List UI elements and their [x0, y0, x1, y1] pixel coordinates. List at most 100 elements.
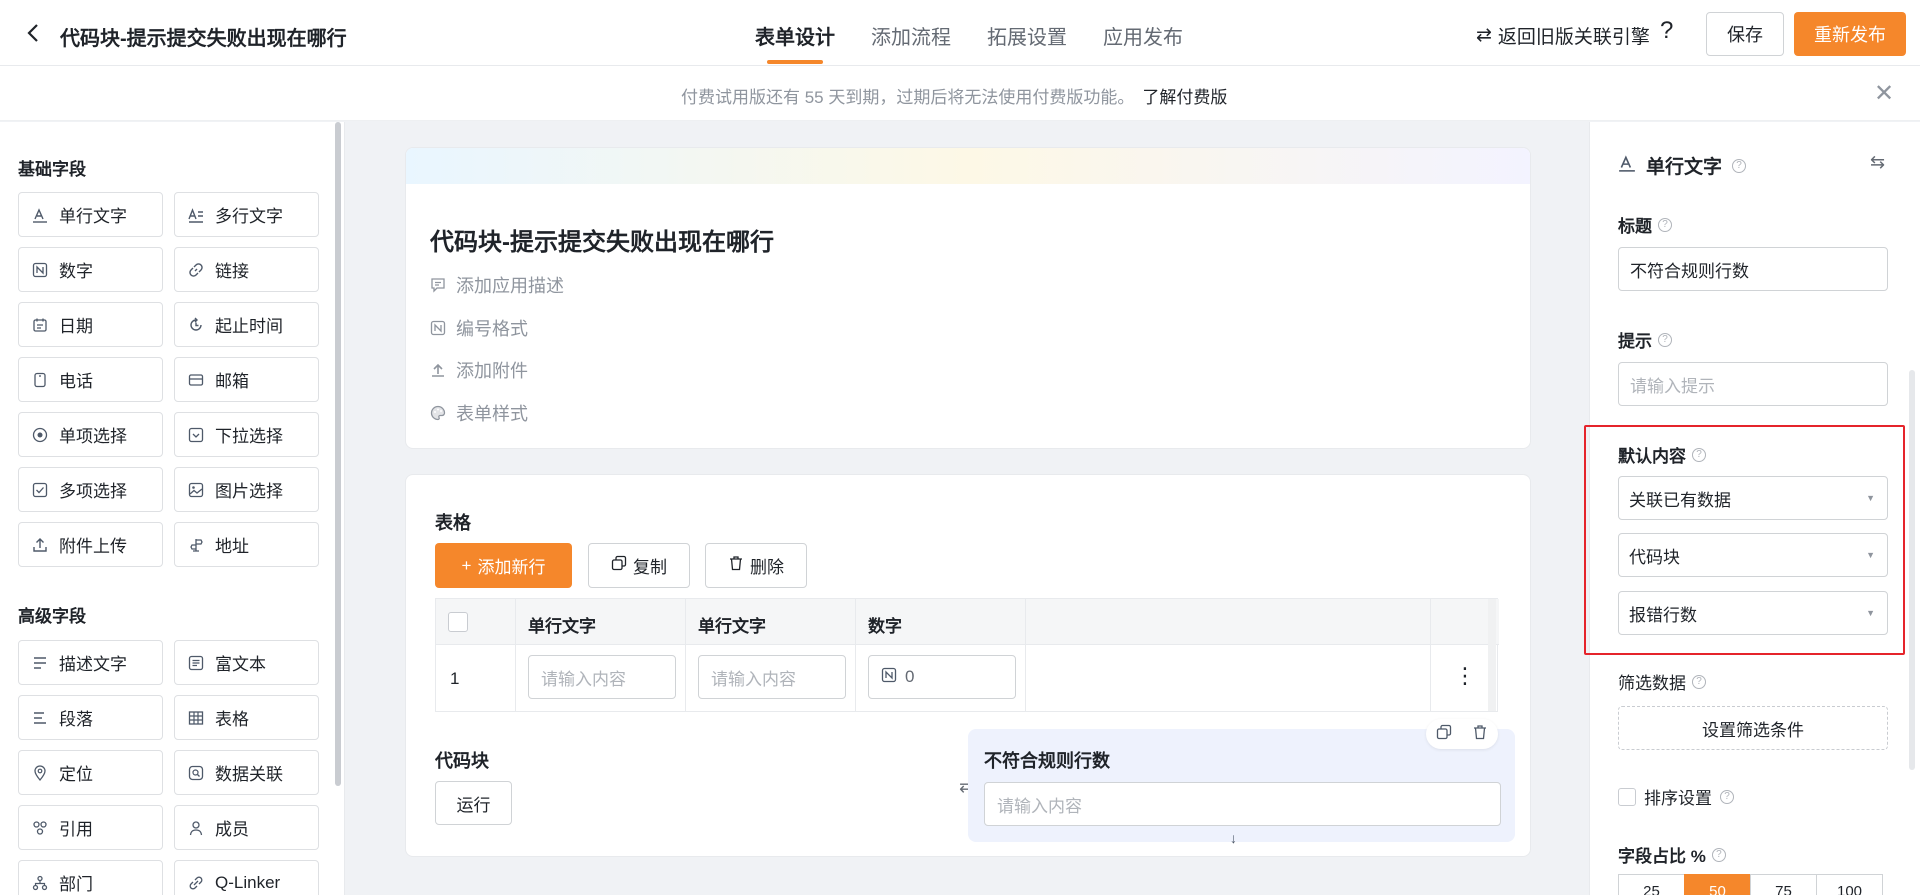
set-filter-button[interactable]: 设置筛选条件 [1618, 706, 1888, 750]
add-description-option[interactable]: 添加应用描述 [430, 272, 564, 298]
dropdown-icon [187, 426, 205, 444]
ratio-option-25[interactable]: 25 [1618, 874, 1685, 895]
selected-field-block[interactable]: 不符合规则行数 请输入内容 ↓ [968, 719, 1515, 846]
delete-field-icon[interactable] [1472, 724, 1488, 744]
copy-row-button[interactable]: 复制 [588, 543, 690, 588]
tab-add-workflow[interactable]: 添加流程 [871, 0, 951, 66]
help-circle-icon[interactable]: ? [1711, 847, 1726, 862]
help-circle-icon[interactable]: ? [1658, 332, 1672, 347]
select-all-checkbox[interactable] [448, 612, 468, 632]
republish-button[interactable]: 重新发布 [1794, 12, 1906, 56]
tab-app-publish[interactable]: 应用发布 [1103, 0, 1183, 66]
properties-scrollbar[interactable] [1909, 370, 1915, 770]
duplicate-field-icon[interactable] [1436, 724, 1452, 744]
form-body-card: 表格 + 添加新行 复制 删除 1 单行文字 请输入内容 单行文字 请输入内容 … [405, 474, 1531, 857]
sub-table-col-2: 单行文字 请输入内容 [686, 599, 856, 711]
add-row-button[interactable]: + 添加新行 [435, 543, 572, 588]
source-form-value: 代码块 [1629, 547, 1680, 567]
field-ratio-options: 25 50 75 100 [1618, 874, 1883, 895]
column-header: 数字 [868, 617, 902, 636]
tab-form-design[interactable]: 表单设计 [755, 0, 835, 66]
switch-field-type-icon[interactable]: ⇆ [1870, 152, 1885, 173]
field-number[interactable]: 数字 [18, 247, 163, 292]
save-button[interactable]: 保存 [1706, 12, 1784, 56]
field-multi-choice[interactable]: 多项选择 [18, 467, 163, 512]
upload-icon [31, 536, 49, 554]
source-form-select[interactable]: 代码块 ▼ [1618, 533, 1888, 577]
field-email[interactable]: 邮箱 [174, 357, 319, 402]
help-icon[interactable]: ? [1660, 17, 1673, 45]
field-table[interactable]: 表格 [174, 695, 319, 740]
trial-notice-text: 付费试用版还有 55 天到期，过期后将无法使用付费版功能。 了解付费版 [681, 83, 1227, 108]
option-label: 添加应用描述 [456, 276, 564, 296]
palette-scrollbar[interactable] [335, 122, 341, 786]
number-format-option[interactable]: 编号格式 [430, 315, 528, 341]
checkbox-icon [31, 481, 49, 499]
learn-paid-link[interactable]: 了解付费版 [1142, 88, 1227, 107]
field-single-line-text[interactable]: 单行文字 [18, 192, 163, 237]
form-style-option[interactable]: 表单样式 [430, 400, 528, 426]
field-description-text[interactable]: 描述文字 [18, 640, 163, 685]
field-file-upload[interactable]: 附件上传 [18, 522, 163, 567]
ratio-option-50[interactable]: 50 [1684, 874, 1751, 895]
old-engine-link[interactable]: ⇄ 返回旧版关联引擎 [1476, 22, 1650, 49]
field-location[interactable]: 定位 [18, 750, 163, 795]
trash-icon [728, 555, 744, 576]
field-phone[interactable]: 电话 [18, 357, 163, 402]
field-data-link[interactable]: 数据关联 [174, 750, 319, 795]
back-arrow-icon[interactable] [22, 22, 44, 44]
field-time-range[interactable]: 起止时间 [174, 302, 319, 347]
field-date[interactable]: 日期 [18, 302, 163, 347]
field-label: 附件上传 [59, 537, 127, 556]
more-vertical-icon[interactable]: ⋮ [1454, 663, 1476, 689]
arrow-down-icon[interactable]: ↓ [1230, 830, 1237, 846]
tab-extension-settings[interactable]: 拓展设置 [987, 0, 1067, 66]
field-multi-line-text[interactable]: 多行文字 [174, 192, 319, 237]
reference-icon [31, 819, 49, 837]
selected-field-input[interactable]: 请输入内容 [984, 782, 1501, 826]
hint-input[interactable]: 请输入提示 [1618, 362, 1888, 406]
sort-checkbox[interactable] [1618, 787, 1636, 806]
help-circle-icon[interactable]: ? [1732, 158, 1747, 173]
field-rich-text[interactable]: 富文本 [174, 640, 319, 685]
form-title[interactable]: 代码块-提示提交失败出现在哪行 [430, 222, 774, 257]
field-address[interactable]: 地址 [174, 522, 319, 567]
mail-icon [187, 371, 205, 389]
copy-icon [611, 555, 627, 576]
field-label: 富文本 [215, 655, 266, 674]
field-department[interactable]: 部门 [18, 860, 163, 895]
delete-row-button[interactable]: 删除 [705, 543, 807, 588]
field-label: 数据关联 [215, 765, 283, 784]
cell-text-input[interactable]: 请输入内容 [528, 655, 676, 699]
help-circle-icon[interactable]: ? [1692, 447, 1706, 462]
option-label: 编号格式 [456, 319, 528, 339]
radio-icon [31, 426, 49, 444]
sub-table-scrollbar[interactable] [1488, 599, 1496, 711]
sub-table-col-index: 1 [436, 599, 516, 711]
help-circle-icon[interactable]: ? [1692, 674, 1706, 689]
field-single-choice[interactable]: 单项选择 [18, 412, 163, 457]
field-member[interactable]: 成员 [174, 805, 319, 850]
help-circle-icon[interactable]: ? [1658, 217, 1672, 232]
field-image-choice[interactable]: 图片选择 [174, 467, 319, 512]
cell-text-input[interactable]: 请输入内容 [698, 655, 846, 699]
ratio-option-75[interactable]: 75 [1750, 874, 1817, 895]
default-mode-select[interactable]: 关联已有数据 ▼ [1618, 476, 1888, 520]
run-button[interactable]: 运行 [435, 781, 512, 825]
trial-notice-bar: 付费试用版还有 55 天到期，过期后将无法使用付费版功能。 了解付费版 ✕ [0, 66, 1920, 121]
sub-table: 1 单行文字 请输入内容 单行文字 请输入内容 数字 0 ⋮ [435, 598, 1499, 712]
add-attachment-option[interactable]: 添加附件 [430, 357, 528, 383]
title-prop-text: 标题 [1618, 217, 1652, 236]
ratio-option-100[interactable]: 100 [1816, 874, 1883, 895]
help-circle-icon[interactable]: ? [1720, 789, 1734, 804]
field-link[interactable]: 链接 [174, 247, 319, 292]
cell-number-input[interactable]: 0 [868, 655, 1016, 699]
field-dropdown[interactable]: 下拉选择 [174, 412, 319, 457]
source-field-value: 报错行数 [1629, 605, 1697, 625]
field-paragraph[interactable]: 段落 [18, 695, 163, 740]
close-icon[interactable]: ✕ [1874, 79, 1894, 108]
field-q-linker[interactable]: Q-Linker [174, 860, 319, 895]
title-input[interactable]: 不符合规则行数 [1618, 247, 1888, 291]
source-field-select[interactable]: 报错行数 ▼ [1618, 591, 1888, 635]
field-reference[interactable]: 引用 [18, 805, 163, 850]
